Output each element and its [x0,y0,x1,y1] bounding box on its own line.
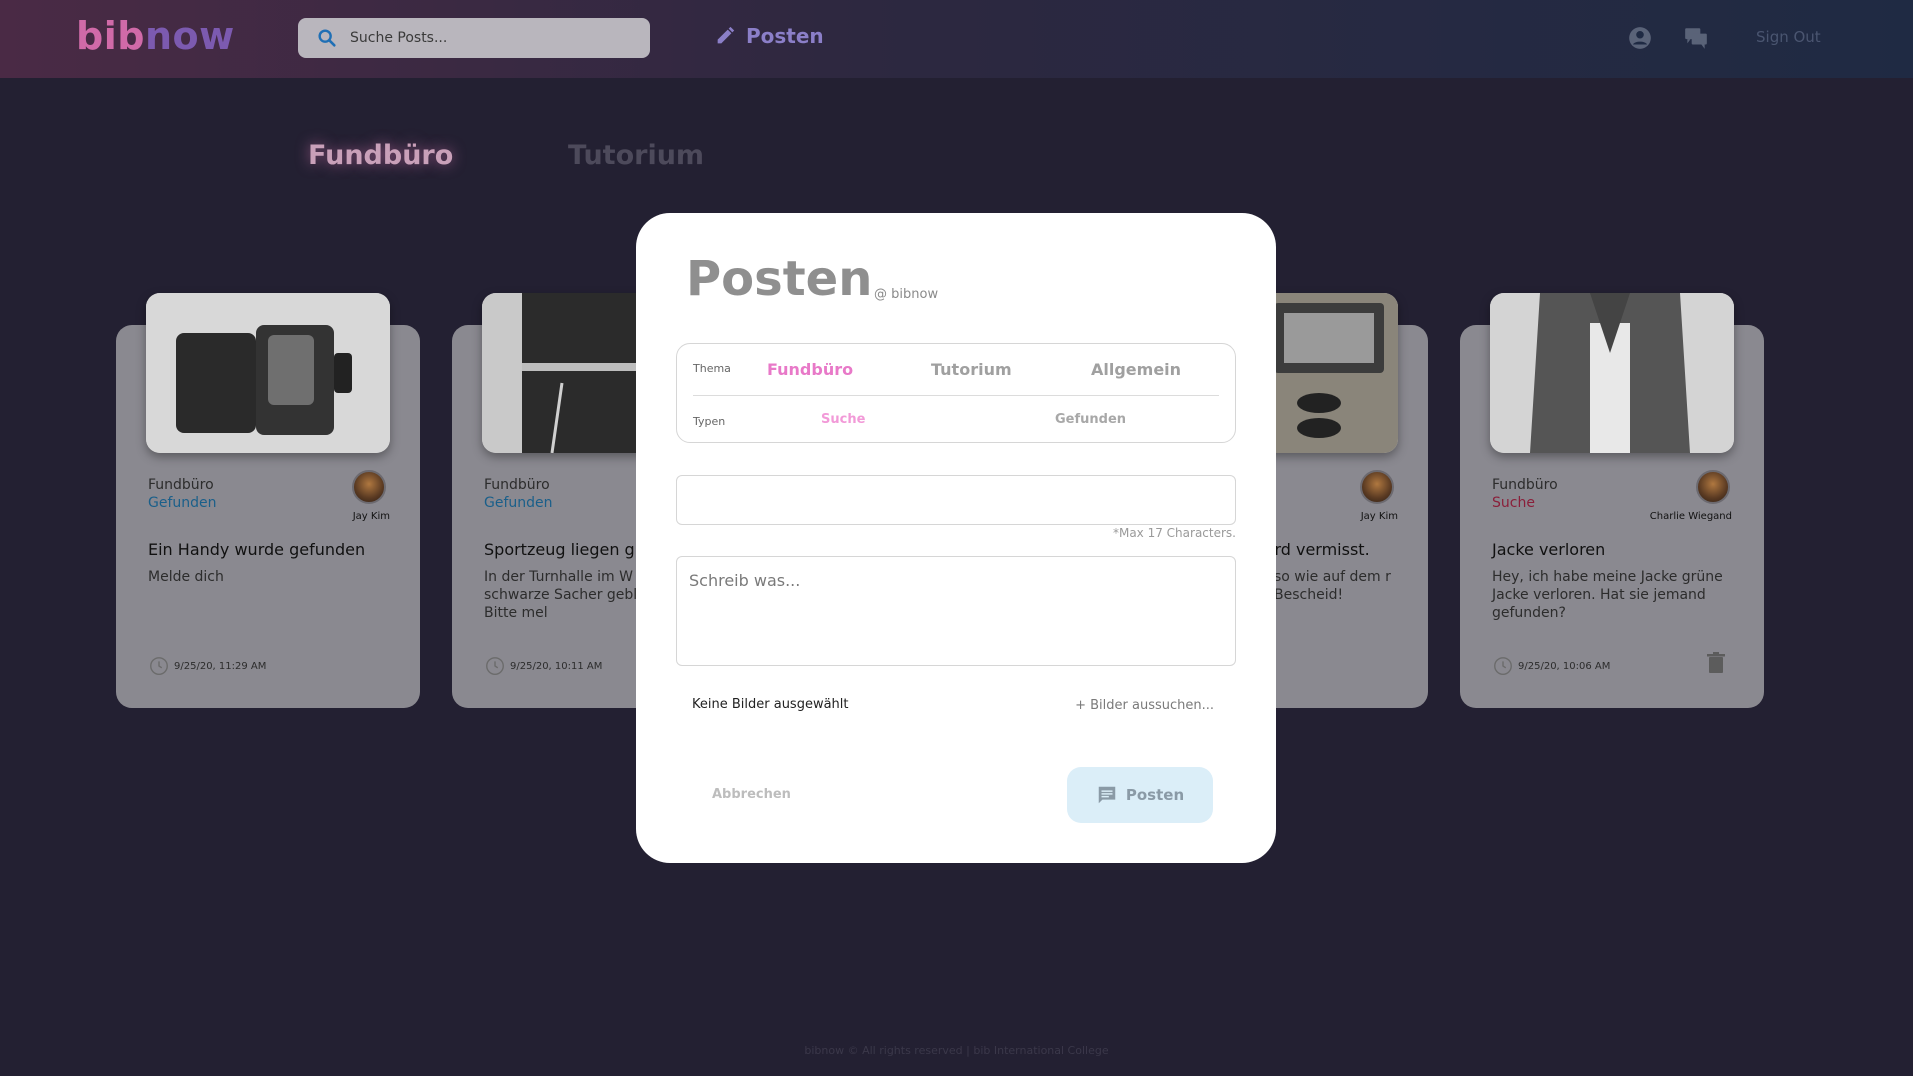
post-type: Gefunden [484,495,553,511]
no-images-label: Keine Bilder ausgewählt [692,697,849,712]
author-name: Jay Kim [352,511,390,522]
tab-tutorium[interactable]: Tutorium [568,140,704,171]
avatar[interactable] [1696,470,1730,504]
post-title: Ein Handy wurde gefunden [148,540,366,559]
logo[interactable]: bibnow [76,14,235,58]
post-image [146,293,390,453]
dialog-title: Posten [686,251,873,307]
logo-part-now: now [144,14,235,58]
topic-option-tutorium[interactable]: Tutorium [931,360,1012,379]
post-title: Sportzeug liegen g [484,540,635,559]
search-input[interactable] [350,30,630,46]
post-title-input[interactable] [676,475,1236,525]
post-category: Fundbüro [484,477,550,493]
clock-icon [150,657,168,675]
search-bar[interactable] [298,18,650,58]
thema-label: Thema [693,362,731,375]
post-timestamp: 9/25/20, 10:11 AM [484,655,602,677]
post-title: ird vermisst. [1270,540,1370,559]
post-dialog: Posten @ bibnow Thema Fundbüro Tutorium … [636,213,1276,863]
avatar[interactable] [1360,470,1394,504]
footer: bibnow © All rights reserved | bib Inter… [804,1044,1109,1057]
author-name: Charlie Wiegand [1649,511,1732,522]
search-icon [318,29,336,47]
clock-icon [1494,657,1512,675]
post-category: Fundbüro [1492,477,1558,493]
topic-option-fundbuero[interactable]: Fundbüro [767,360,853,379]
post-image [1490,293,1734,453]
post-card[interactable]: Fundbüro Gefunden Jay Kim Ein Handy wurd… [116,293,420,708]
comment-icon [1098,786,1116,804]
post-text-area[interactable] [676,556,1236,666]
post-time-text: 9/25/20, 10:11 AM [510,660,603,672]
avatar[interactable] [352,470,386,504]
topic-option-allgemein[interactable]: Allgemein [1091,360,1181,379]
post-card[interactable]: Fundbüro Suche Charlie Wiegand Jacke ver… [1460,293,1764,708]
type-option-gefunden[interactable]: Gefunden [1055,412,1126,427]
author-name: Jay Kim [1360,511,1398,522]
typen-label: Typen [693,415,726,428]
chat-icon[interactable] [1683,25,1709,51]
account-icon[interactable] [1627,25,1653,51]
post-nav-link[interactable]: Posten [714,24,824,48]
post-type: Suche [1492,495,1535,511]
post-timestamp: 9/25/20, 10:06 AM [1492,655,1610,677]
trash-icon[interactable] [1706,652,1726,674]
post-type: Gefunden [148,495,217,511]
type-option-suche[interactable]: Suche [821,412,865,427]
post-title: Jacke verloren [1492,540,1606,559]
pencil-icon [717,26,735,44]
top-navbar: bibnow Posten Sign Out [0,0,1913,78]
divider [693,395,1219,396]
post-timestamp: 9/25/20, 11:29 AM [148,655,266,677]
post-category: Fundbüro [148,477,214,493]
submit-post-button[interactable]: Posten [1067,767,1213,823]
dialog-subtitle: @ bibnow [874,287,939,302]
topic-selector: Thema Fundbüro Tutorium Allgemein Typen … [676,343,1236,443]
submit-post-label: Posten [1125,786,1185,804]
clock-icon [486,657,504,675]
tab-fundbuero[interactable]: Fundbüro [308,140,453,171]
post-time-text: 9/25/20, 11:29 AM [174,660,267,672]
max-characters-hint: *Max 17 Characters. [1112,526,1236,540]
post-text: Melde dich [148,569,224,585]
post-time-text: 9/25/20, 10:06 AM [1518,660,1611,672]
post-text: so wie auf dem r Bescheid! [1274,569,1391,603]
post-text: Hey, ich habe meine Jacke grüne Jacke ve… [1492,569,1723,621]
sign-out-link[interactable]: Sign Out [1756,28,1821,46]
cancel-button[interactable]: Abbrechen [712,787,791,802]
pick-images-link[interactable]: + Bilder aussuchen... [1075,698,1214,713]
logo-part-bib: bib [76,14,145,58]
post-nav-label: Posten [746,24,824,48]
